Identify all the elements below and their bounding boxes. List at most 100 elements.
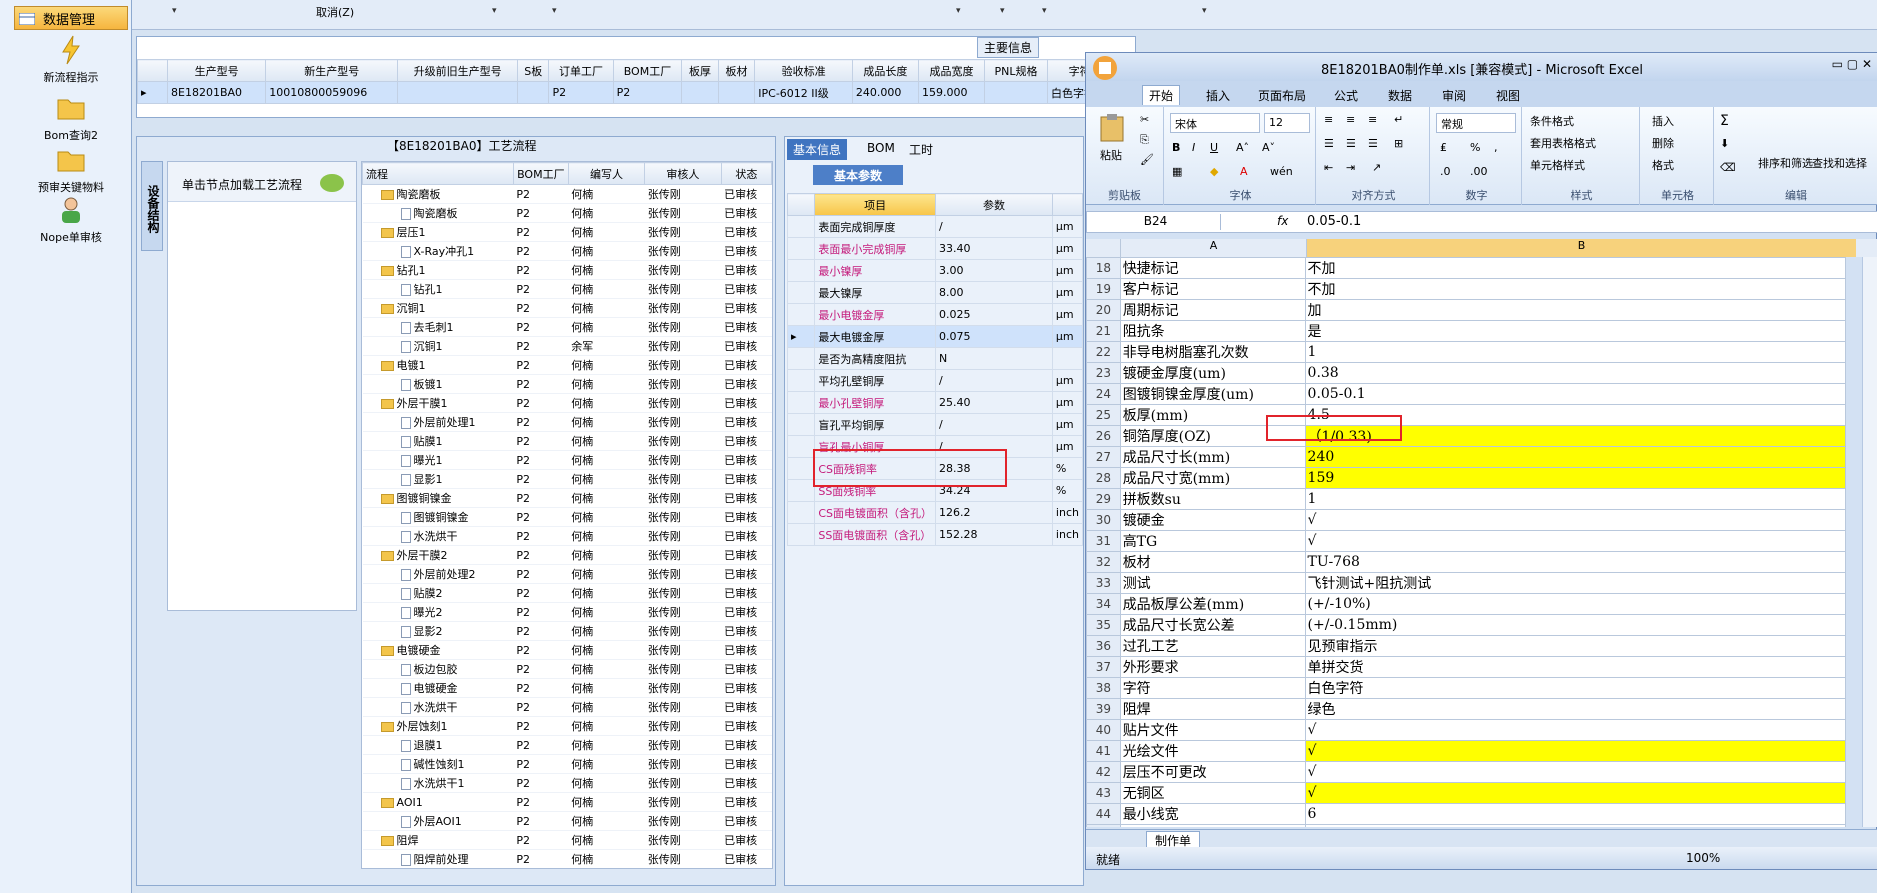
- row-number[interactable]: 29: [1086, 488, 1121, 510]
- cell-b[interactable]: 绿色: [1304, 698, 1846, 720]
- row-number[interactable]: 40: [1086, 719, 1121, 741]
- table-row[interactable]: 板边包胶 P2 何楠 张传刚 已审核: [362, 659, 772, 679]
- table-row[interactable]: 外层前处理1 P2 何楠 张传刚 已审核: [362, 412, 772, 432]
- tree-node[interactable]: 水洗烘干1: [362, 773, 514, 793]
- copy-icon[interactable]: ⎘: [1140, 133, 1149, 147]
- table-cell[interactable]: 张传刚: [644, 716, 722, 736]
- table-cell[interactable]: P2: [548, 81, 614, 104]
- cell-b[interactable]: 白色字符: [1304, 677, 1846, 699]
- table-cell[interactable]: P2: [513, 241, 569, 261]
- cell-a[interactable]: 拼板数su: [1119, 488, 1306, 510]
- paste-button[interactable]: 粘贴: [1100, 147, 1122, 163]
- table-row[interactable]: 去毛刺1 P2 何楠 张传刚 已审核: [362, 317, 772, 337]
- tree-node[interactable]: 外层干膜1: [362, 393, 514, 413]
- table-row[interactable]: 沉铜1 P2 何楠 张传刚 已审核: [362, 298, 772, 318]
- table-cell[interactable]: 何楠: [568, 298, 645, 318]
- cell-b[interactable]: 不加: [1304, 257, 1846, 279]
- cell-b[interactable]: 见预审指示: [1304, 635, 1846, 657]
- table-cell[interactable]: P2: [513, 583, 569, 603]
- table-cell[interactable]: 已审核: [721, 488, 772, 508]
- fill-color-icon[interactable]: ◆: [1210, 165, 1218, 178]
- grow-font-icon[interactable]: A˄: [1236, 141, 1249, 154]
- ribbon-tab-data[interactable]: 数据: [1388, 87, 1412, 104]
- cell-a[interactable]: 图镀铜镍金厚度(um): [1119, 383, 1306, 405]
- align-middle-icon[interactable]: ≡: [1346, 113, 1355, 126]
- ribbon-tab-view[interactable]: 视图: [1496, 87, 1520, 104]
- table-cell[interactable]: 张传刚: [644, 412, 722, 432]
- nav-item-nope-review[interactable]: Nope单审核: [14, 194, 128, 245]
- param-value[interactable]: /: [935, 369, 1053, 392]
- column-header[interactable]: 板厚: [681, 59, 719, 82]
- table-cell[interactable]: P2: [513, 564, 569, 584]
- table-cell[interactable]: 何楠: [568, 374, 645, 394]
- column-header[interactable]: 流程: [362, 162, 514, 185]
- align-left-icon[interactable]: ☰: [1324, 137, 1334, 150]
- table-cell[interactable]: 已审核: [721, 203, 772, 223]
- merge-icon[interactable]: ⊞: [1394, 137, 1403, 150]
- tree-node[interactable]: 阻焊: [362, 830, 514, 850]
- tree-node[interactable]: 图镀铜镍金: [362, 488, 514, 508]
- table-cell[interactable]: 已审核: [721, 317, 772, 337]
- table-cell[interactable]: 张传刚: [644, 355, 722, 375]
- indent-decrease-icon[interactable]: ⇤: [1324, 161, 1333, 174]
- table-cell[interactable]: 何楠: [568, 222, 645, 242]
- column-header[interactable]: S板: [516, 59, 550, 82]
- cell-a[interactable]: 成品板厚公差(mm): [1119, 593, 1306, 615]
- table-cell[interactable]: 何楠: [568, 279, 645, 299]
- table-row[interactable]: 阻焊前处理 P2 何楠 张传刚 已审核: [362, 849, 772, 868]
- table-cell[interactable]: P2: [513, 640, 569, 660]
- column-header[interactable]: 成品宽度: [917, 59, 986, 82]
- tree-node[interactable]: 曝光1: [362, 450, 514, 470]
- table-cell[interactable]: 何楠: [568, 735, 645, 755]
- table-cell[interactable]: 何楠: [568, 412, 645, 432]
- tree-node[interactable]: 陶瓷磨板: [362, 203, 514, 223]
- param-value[interactable]: 3.00: [935, 259, 1053, 282]
- table-cell[interactable]: P2: [513, 735, 569, 755]
- underline-icon[interactable]: U: [1210, 141, 1218, 154]
- align-bottom-icon[interactable]: ≡: [1368, 113, 1377, 126]
- row-number[interactable]: 35: [1086, 614, 1121, 636]
- table-cell[interactable]: 已审核: [721, 697, 772, 717]
- window-controls[interactable]: ▭ ▢ ✕: [1832, 57, 1872, 71]
- param-item[interactable]: 盲孔平均铜厚: [814, 413, 937, 436]
- param-item[interactable]: 最小电镀金厚: [814, 303, 937, 326]
- table-cell[interactable]: 张传刚: [644, 222, 722, 242]
- formula-input[interactable]: 0.05-0.1: [1307, 214, 1361, 229]
- table-cell[interactable]: P2: [513, 203, 569, 223]
- table-cell[interactable]: 已审核: [721, 849, 772, 868]
- cell-b[interactable]: 1: [1304, 488, 1846, 510]
- table-row[interactable]: 曝光2 P2 何楠 张传刚 已审核: [362, 602, 772, 622]
- indent-increase-icon[interactable]: ⇥: [1346, 161, 1355, 174]
- chevron-down-icon[interactable]: ▾: [552, 6, 557, 16]
- table-cell[interactable]: 何楠: [568, 621, 645, 641]
- row-number[interactable]: 43: [1086, 782, 1121, 804]
- cell-a[interactable]: 客户标记: [1119, 278, 1306, 300]
- table-cell[interactable]: 已审核: [721, 241, 772, 261]
- table-cell[interactable]: 张传刚: [644, 507, 722, 527]
- tree-node[interactable]: 水洗烘干: [362, 526, 514, 546]
- table-cell[interactable]: 何楠: [568, 830, 645, 850]
- table-cell[interactable]: 张传刚: [644, 697, 722, 717]
- table-cell[interactable]: 159.000: [917, 81, 986, 104]
- row-number[interactable]: 34: [1086, 593, 1121, 615]
- cell-a[interactable]: 过孔工艺: [1119, 635, 1306, 657]
- shrink-font-icon[interactable]: A˅: [1262, 141, 1275, 154]
- table-cell[interactable]: P2: [513, 754, 569, 774]
- tree-node[interactable]: 贴膜2: [362, 583, 514, 603]
- row-number[interactable]: 25: [1086, 404, 1121, 426]
- table-cell[interactable]: P2: [513, 393, 569, 413]
- table-cell[interactable]: 张传刚: [644, 545, 722, 565]
- table-cell[interactable]: 何楠: [568, 754, 645, 774]
- table-cell[interactable]: P2: [513, 849, 569, 868]
- row-number[interactable]: 26: [1086, 425, 1121, 447]
- table-row[interactable]: 最小电镀金厚 0.025 μm: [786, 303, 1084, 326]
- table-cell[interactable]: P2: [513, 526, 569, 546]
- clear-icon[interactable]: ⌫: [1720, 161, 1736, 174]
- row-number[interactable]: 45: [1086, 824, 1121, 827]
- table-row[interactable]: 是否为高精度阻抗 N: [786, 347, 1084, 370]
- table-cell[interactable]: P2: [513, 811, 569, 831]
- cell-b[interactable]: 0.05-0.1: [1304, 383, 1846, 405]
- table-cell[interactable]: 张传刚: [644, 431, 722, 451]
- cell-a[interactable]: 层压不可更改: [1119, 761, 1306, 783]
- tree-node[interactable]: 沉铜1: [362, 298, 514, 318]
